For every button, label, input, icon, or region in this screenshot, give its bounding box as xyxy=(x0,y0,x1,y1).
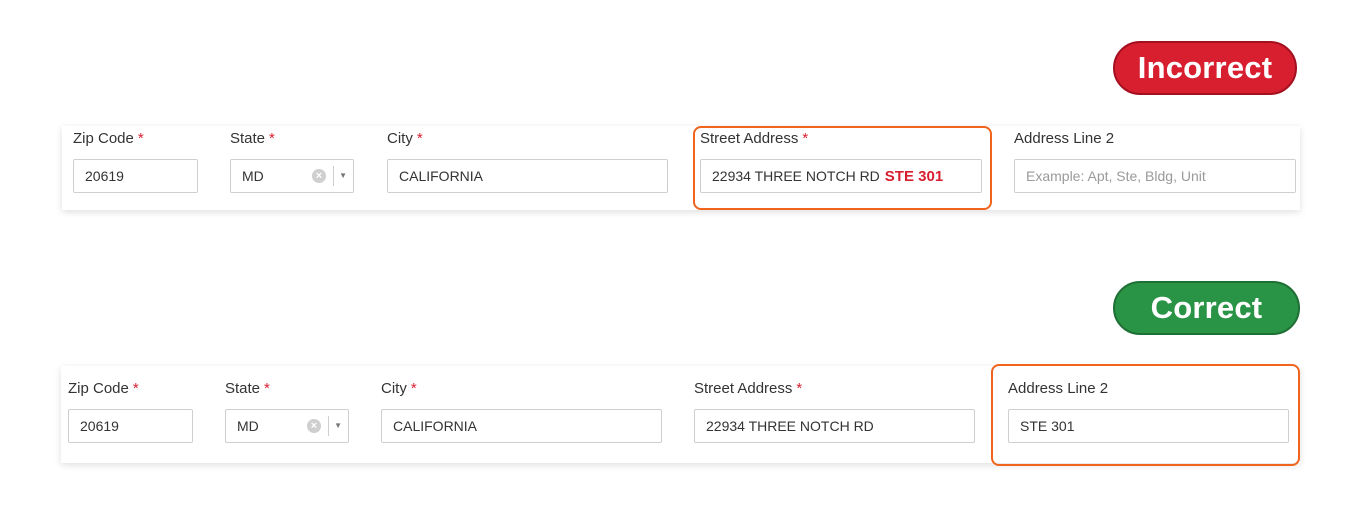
x-circle-icon[interactable]: × xyxy=(307,419,321,433)
required-mark: * xyxy=(264,380,270,397)
street-address-label: Street Address * xyxy=(694,380,803,397)
caret-down-icon[interactable]: ▼ xyxy=(334,410,342,442)
required-mark: * xyxy=(137,130,144,147)
address-line-2-field: Address Line 2 Example: Apt, Ste, Bldg, … xyxy=(1014,130,1296,200)
state-select[interactable]: MD × ▼ xyxy=(230,159,354,193)
state-select[interactable]: MD × ▼ xyxy=(225,409,349,443)
state-label: State * xyxy=(230,130,275,147)
select-divider xyxy=(328,416,329,436)
caret-down-icon[interactable]: ▼ xyxy=(339,160,347,192)
zip-code-label: Zip Code * xyxy=(73,130,144,147)
incorrect-badge: Incorrect xyxy=(1113,41,1297,95)
city-input[interactable]: CALIFORNIA xyxy=(381,409,662,443)
x-circle-icon[interactable]: × xyxy=(312,169,326,183)
required-mark: * xyxy=(796,380,803,397)
correct-badge: Correct xyxy=(1113,281,1300,335)
state-label: State * xyxy=(225,380,270,397)
state-value: MD xyxy=(242,168,264,184)
zip-code-field: Zip Code * 20619 xyxy=(68,380,194,450)
error-highlight-box xyxy=(693,126,992,210)
city-input[interactable]: CALIFORNIA xyxy=(387,159,668,193)
zip-code-label: Zip Code * xyxy=(68,380,139,397)
required-mark: * xyxy=(132,380,139,397)
state-field: State * MD × ▼ xyxy=(230,130,355,200)
address-line-2-placeholder: Example: Apt, Ste, Bldg, Unit xyxy=(1026,168,1206,184)
street-address-field: Street Address * 22934 THREE NOTCH RD xyxy=(694,380,976,450)
zip-code-input[interactable]: 20619 xyxy=(73,159,198,193)
required-mark: * xyxy=(269,130,275,147)
state-field: State * MD × ▼ xyxy=(225,380,350,450)
zip-code-field: Zip Code * 20619 xyxy=(73,130,199,200)
address-form-incorrect: Zip Code * 20619 State * MD × ▼ City * CALI… xyxy=(62,126,1300,210)
address-line-2-label: Address Line 2 xyxy=(1014,130,1115,147)
zip-code-input[interactable]: 20619 xyxy=(68,409,193,443)
address-line-2-input[interactable]: Example: Apt, Ste, Bldg, Unit xyxy=(1014,159,1296,193)
required-mark: * xyxy=(410,380,417,397)
street-address-input[interactable]: 22934 THREE NOTCH RD xyxy=(694,409,975,443)
city-field: City * CALIFORNIA xyxy=(381,380,663,450)
select-divider xyxy=(333,166,334,186)
city-label: City * xyxy=(387,130,423,147)
state-value: MD xyxy=(237,418,259,434)
city-field: City * CALIFORNIA xyxy=(387,130,669,200)
required-mark: * xyxy=(416,130,423,147)
city-label: City * xyxy=(381,380,417,397)
correct-highlight-box xyxy=(991,364,1300,466)
